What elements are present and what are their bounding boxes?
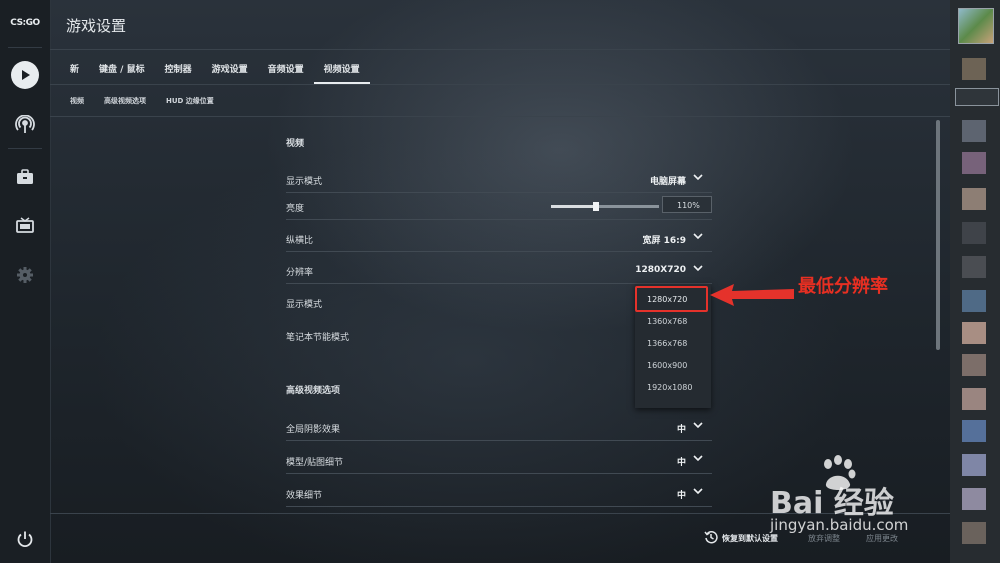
settings-button[interactable]	[8, 258, 42, 292]
setting-row-effect-detail[interactable]: 效果细节 中	[286, 480, 712, 507]
watermark-url: jingyan.baidu.com	[770, 516, 909, 534]
setting-label: 显示模式	[286, 300, 323, 310]
tv-icon	[16, 217, 34, 233]
sub-tabs: 视频 高级视频选项 HUD 边缘位置	[60, 96, 224, 106]
setting-label: 笔记本节能模式	[286, 333, 350, 343]
avatar[interactable]	[962, 222, 986, 244]
watch-button[interactable]	[8, 108, 42, 142]
avatar[interactable]	[962, 152, 986, 174]
brightness-slider[interactable]	[551, 202, 659, 211]
slider-handle[interactable]	[593, 202, 600, 211]
apply-changes-button[interactable]: 应用更改	[866, 533, 898, 544]
setting-label: 模型/贴图细节	[286, 458, 344, 468]
avatar[interactable]	[958, 8, 994, 44]
tab-controller[interactable]: 控制器	[155, 58, 202, 83]
avatar[interactable]	[962, 256, 986, 278]
section-title-advanced: 高级视频选项	[286, 386, 341, 396]
setting-label: 分辨率	[286, 268, 314, 278]
annotation-arrow	[710, 284, 794, 306]
tab-audio-settings[interactable]: 音频设置	[258, 58, 314, 83]
play-button[interactable]	[8, 58, 42, 92]
broadcast-icon	[15, 115, 35, 133]
chevron-down-icon[interactable]	[692, 262, 704, 274]
reset-defaults-button[interactable]: 恢复到默认设置	[722, 533, 778, 544]
subtab-video[interactable]: 视频	[60, 96, 94, 106]
tab-keyboard-mouse[interactable]: 键盘 / 鼠标	[89, 58, 155, 83]
chevron-down-icon[interactable]	[692, 419, 704, 431]
rail-divider	[8, 47, 42, 48]
setting-label: 全局阴影效果	[286, 425, 341, 435]
reset-icon[interactable]	[704, 530, 718, 544]
setting-value: 1280X720	[635, 265, 686, 275]
setting-value: 中	[676, 458, 686, 468]
avatar[interactable]	[962, 58, 986, 80]
setting-row-model-texture[interactable]: 模型/贴图细节 中	[286, 447, 712, 474]
avatar[interactable]	[962, 188, 986, 210]
setting-value: 中	[676, 425, 686, 435]
chevron-down-icon[interactable]	[692, 485, 704, 497]
dropdown-option[interactable]: 1366x768	[635, 333, 711, 355]
avatar[interactable]	[962, 354, 986, 376]
tab-new[interactable]: 新	[60, 58, 89, 83]
tab-game-settings[interactable]: 游戏设置	[202, 58, 258, 83]
setting-row-display-mode[interactable]: 显示模式 电脑屏幕	[286, 166, 712, 193]
page-title: 游戏设置	[66, 17, 127, 35]
chevron-down-icon[interactable]	[692, 230, 704, 242]
avatar[interactable]	[962, 290, 986, 312]
play-icon	[11, 61, 39, 89]
brightness-value-field[interactable]: 110%	[662, 196, 712, 213]
dropdown-option[interactable]: 1920x1080	[635, 377, 711, 399]
setting-row-aspect-ratio[interactable]: 纵横比 宽屏 16:9	[286, 225, 712, 252]
setting-value: 电脑屏幕	[649, 177, 686, 187]
annotation-label: 最低分辨率	[798, 276, 888, 297]
tabs-divider	[50, 84, 950, 85]
friends-strip	[950, 0, 1000, 563]
power-icon[interactable]	[16, 530, 34, 548]
setting-value: 宽屏 16:9	[642, 236, 686, 246]
setting-value: 中	[676, 491, 686, 501]
avatar[interactable]	[962, 120, 986, 142]
left-rail: CS:GO	[0, 0, 51, 563]
subtabs-divider	[50, 116, 950, 117]
csgo-logo: CS:GO	[10, 18, 40, 28]
rail-divider	[8, 148, 42, 149]
chevron-down-icon[interactable]	[692, 452, 704, 464]
inventory-button[interactable]	[8, 160, 42, 194]
subtab-hud-edge[interactable]: HUD 边缘位置	[156, 96, 224, 106]
avatar[interactable]	[962, 420, 986, 442]
avatar[interactable]	[962, 322, 986, 344]
main-tabs: 新 键盘 / 鼠标 控制器 游戏设置 音频设置 视频设置	[60, 58, 370, 84]
setting-label: 效果细节	[286, 491, 323, 501]
scrollbar[interactable]	[936, 120, 940, 350]
friends-toggle[interactable]	[955, 88, 999, 106]
avatar[interactable]	[962, 388, 986, 410]
gear-icon	[17, 267, 33, 283]
setting-label: 亮度	[286, 204, 305, 214]
avatar[interactable]	[962, 454, 986, 476]
tab-video-settings[interactable]: 视频设置	[313, 58, 370, 84]
briefcase-icon	[17, 169, 33, 184]
avatar[interactable]	[962, 488, 986, 510]
setting-row-brightness: 亮度 110%	[286, 193, 712, 220]
setting-row-resolution[interactable]: 分辨率 1280X720	[286, 257, 712, 284]
dropdown-option[interactable]: 1600x900	[635, 355, 711, 377]
chevron-down-icon[interactable]	[692, 171, 704, 183]
subtab-advanced-video[interactable]: 高级视频选项	[94, 96, 156, 106]
slider-fill	[551, 205, 597, 208]
setting-row-global-shadow[interactable]: 全局阴影效果 中	[286, 414, 712, 441]
avatar[interactable]	[962, 522, 986, 544]
header-divider	[50, 49, 950, 50]
setting-label: 纵横比	[286, 236, 314, 246]
section-title-video: 视频	[286, 139, 305, 149]
setting-label: 显示模式	[286, 177, 323, 187]
highlight-box	[635, 286, 708, 312]
dropdown-option[interactable]: 1360x768	[635, 311, 711, 333]
discard-changes-button[interactable]: 放弃调整	[808, 533, 840, 544]
tv-button[interactable]	[8, 208, 42, 242]
